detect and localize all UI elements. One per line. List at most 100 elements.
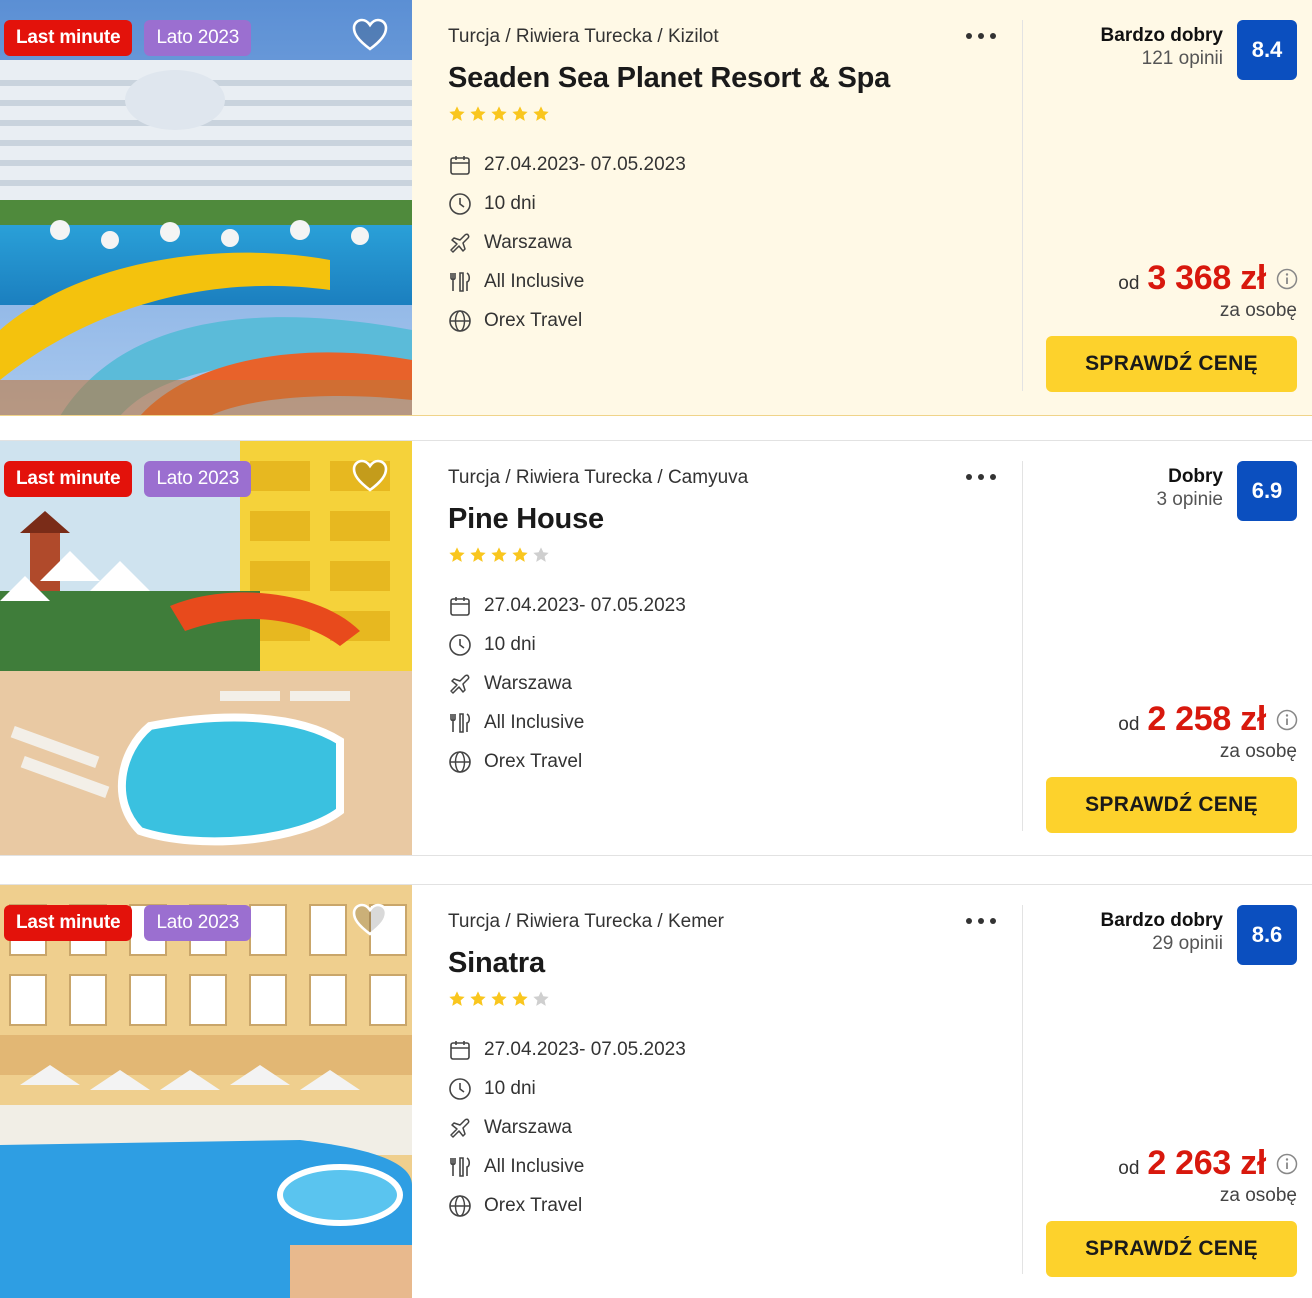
offer-price-panel: Dobry 3 opinie 6.9 od 2 258 zł za osobę … <box>1022 461 1312 833</box>
more-options-icon[interactable] <box>964 26 998 46</box>
hotel-photo[interactable]: Last minute Lato 2023 <box>0 0 412 415</box>
fact-departure: Warszawa <box>448 223 986 262</box>
location-breadcrumb[interactable]: Turcja / Riwiera Turecka / Kizilot <box>448 22 986 52</box>
info-icon[interactable] <box>1276 709 1298 731</box>
departure-value: Warszawa <box>484 231 572 253</box>
last-minute-badge: Last minute <box>4 20 133 56</box>
offer-card[interactable]: Last minute Lato 2023 Turcja / Riwiera T… <box>0 884 1312 1298</box>
star-filled-icon <box>491 991 507 1006</box>
star-filled-icon <box>470 106 486 121</box>
hotel-name[interactable]: Seaden Sea Planet Resort & Spa <box>448 62 986 95</box>
price-note: za osobę <box>1219 741 1297 762</box>
plane-icon <box>450 233 470 253</box>
score-badge: 6.9 <box>1237 461 1297 521</box>
price-value: 2 258 zł <box>1147 700 1266 738</box>
globe-icon <box>449 750 471 773</box>
fact-operator: Orex Travel <box>448 1186 986 1225</box>
price-row: od 3 368 zł <box>1118 258 1298 298</box>
fact-board: All Inclusive <box>448 1147 986 1186</box>
heart-outline-icon[interactable] <box>352 18 388 52</box>
hotel-name[interactable]: Pine House <box>448 503 986 536</box>
review-rating[interactable]: Dobry 3 opinie 6.9 <box>1156 461 1297 521</box>
star-filled-icon <box>512 106 528 121</box>
offer-facts: 27.04.2023- 07.05.2023 10 dni Warszawa A… <box>448 1030 986 1225</box>
score-badge: 8.6 <box>1237 905 1297 965</box>
calendar-icon <box>450 596 470 616</box>
check-price-button[interactable]: SPRAWDŹ CENĘ <box>1046 336 1297 392</box>
globe-icon <box>449 1194 471 1217</box>
dates-value: 27.04.2023- 07.05.2023 <box>484 1038 686 1060</box>
clock-icon <box>449 633 471 656</box>
offer-card[interactable]: Last minute Lato 2023 Turcja / Riwiera T… <box>0 440 1312 856</box>
offer-info: Turcja / Riwiera Turecka / Kemer Sinatra… <box>412 885 1022 1298</box>
price-prefix: od <box>1118 273 1140 294</box>
location-breadcrumb[interactable]: Turcja / Riwiera Turecka / Camyuva <box>448 463 986 493</box>
fact-departure: Warszawa <box>448 1108 986 1147</box>
star-filled-icon <box>449 547 465 562</box>
fact-dates: 27.04.2023- 07.05.2023 <box>448 145 986 184</box>
duration-value: 10 dni <box>484 192 536 214</box>
fact-board: All Inclusive <box>448 262 986 301</box>
review-count: 3 opinie <box>1156 489 1223 510</box>
price-prefix: od <box>1118 1158 1140 1179</box>
plane-icon <box>450 1118 470 1138</box>
star-filled-icon <box>470 991 486 1006</box>
check-price-button[interactable]: SPRAWDŹ CENĘ <box>1046 777 1297 833</box>
rating-label: Dobry <box>1168 466 1223 487</box>
star-filled-icon <box>512 991 528 1006</box>
fact-dates: 27.04.2023- 07.05.2023 <box>448 1030 986 1069</box>
star-filled-icon <box>512 547 528 562</box>
hotel-photo[interactable]: Last minute Lato 2023 <box>0 885 412 1298</box>
price-row: od 2 263 zł <box>1118 1143 1298 1183</box>
hotel-photo[interactable]: Last minute Lato 2023 <box>0 441 412 855</box>
star-filled-icon <box>449 106 465 121</box>
season-badge: Lato 2023 <box>144 20 252 56</box>
heart-outline-icon[interactable] <box>352 903 388 937</box>
star-rating <box>448 105 986 123</box>
last-minute-badge: Last minute <box>4 905 133 941</box>
star-empty-icon <box>533 547 549 562</box>
hotel-photo-image <box>0 885 412 1298</box>
more-options-icon[interactable] <box>964 467 998 487</box>
price-prefix: od <box>1118 714 1140 735</box>
duration-value: 10 dni <box>484 1077 536 1099</box>
board-value: All Inclusive <box>484 270 585 292</box>
offer-info: Turcja / Riwiera Turecka / Kizilot Seade… <box>412 0 1022 415</box>
review-rating[interactable]: Bardzo dobry 121 opinii 8.4 <box>1101 20 1297 80</box>
price-value: 2 263 zł <box>1147 1144 1266 1182</box>
departure-value: Warszawa <box>484 672 572 694</box>
star-filled-icon <box>491 547 507 562</box>
season-badge: Lato 2023 <box>144 461 252 497</box>
rating-text: Dobry 3 opinie <box>1156 461 1223 521</box>
info-icon[interactable] <box>1276 1153 1298 1175</box>
star-rating <box>448 546 986 564</box>
star-filled-icon <box>470 547 486 562</box>
clock-icon <box>449 192 471 215</box>
last-minute-badge: Last minute <box>4 461 133 497</box>
rating-text: Bardzo dobry 121 opinii <box>1101 20 1223 80</box>
offer-card[interactable]: Last minute Lato 2023 Turcja / Riwiera T… <box>0 0 1312 416</box>
offer-price-panel: Bardzo dobry 29 opinii 8.6 od 2 263 zł z… <box>1022 905 1312 1277</box>
info-icon[interactable] <box>1276 268 1298 290</box>
operator-value: Orex Travel <box>484 1194 583 1216</box>
review-count: 29 opinii <box>1152 933 1223 954</box>
star-filled-icon <box>449 991 465 1006</box>
fact-duration: 10 dni <box>448 184 986 223</box>
offer-info: Turcja / Riwiera Turecka / Camyuva Pine … <box>412 441 1022 855</box>
rating-label: Bardzo dobry <box>1100 910 1223 931</box>
fact-board: All Inclusive <box>448 703 986 742</box>
heart-outline-icon[interactable] <box>352 459 388 493</box>
offer-facts: 27.04.2023- 07.05.2023 10 dni Warszawa A… <box>448 586 986 781</box>
location-breadcrumb[interactable]: Turcja / Riwiera Turecka / Kemer <box>448 907 986 937</box>
badge-group: Last minute Lato 2023 <box>4 20 252 56</box>
hotel-name[interactable]: Sinatra <box>448 947 986 980</box>
more-options-icon[interactable] <box>964 911 998 931</box>
review-rating[interactable]: Bardzo dobry 29 opinii 8.6 <box>1101 905 1297 965</box>
duration-value: 10 dni <box>484 633 536 655</box>
fact-duration: 10 dni <box>448 625 986 664</box>
board-value: All Inclusive <box>484 711 585 733</box>
plane-icon <box>450 674 470 694</box>
operator-value: Orex Travel <box>484 309 583 331</box>
check-price-button[interactable]: SPRAWDŹ CENĘ <box>1046 1221 1297 1277</box>
operator-value: Orex Travel <box>484 750 583 772</box>
